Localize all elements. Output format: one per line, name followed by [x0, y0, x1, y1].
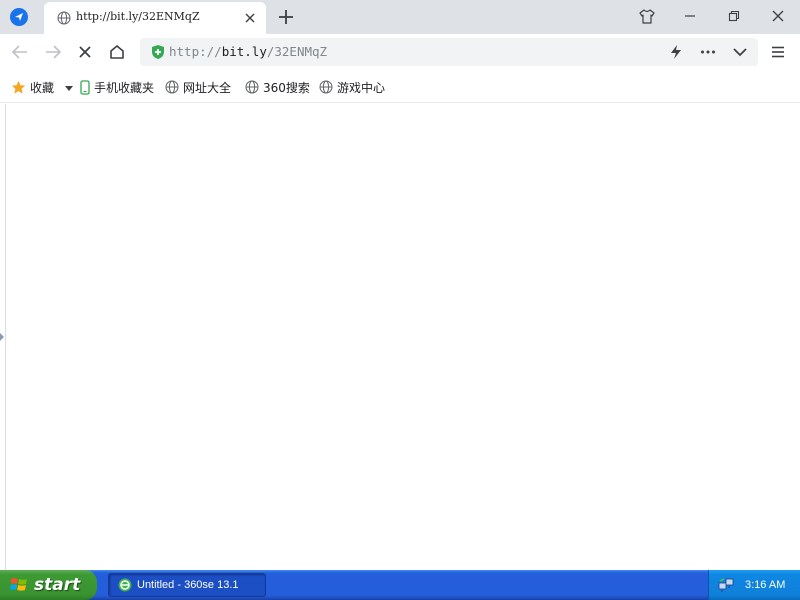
title-bar: http://bit.ly/32ENMqZ	[0, 0, 800, 34]
minimize-button[interactable]	[679, 6, 701, 26]
page-viewport[interactable]	[0, 104, 800, 570]
speed-mode-button[interactable]	[667, 43, 685, 61]
globe-icon	[57, 11, 71, 25]
bookmark-mobile-favorites[interactable]: 手机收藏夹	[80, 78, 154, 96]
clock: 3:16 AM	[745, 579, 786, 591]
nav-toolbar: http://bit.ly/32ENMqZ	[0, 34, 800, 70]
globe-icon	[165, 80, 179, 94]
network-connection-icon[interactable]	[718, 577, 734, 593]
main-menu-button[interactable]	[768, 43, 788, 61]
arrow-right-icon	[46, 45, 62, 59]
shirt-icon	[639, 8, 655, 24]
360se-browser-icon	[118, 578, 132, 592]
more-horizontal-icon	[701, 50, 715, 54]
bookmark-label: 网址大全	[183, 80, 232, 95]
bookmark-game-center[interactable]: 游戏中心	[319, 78, 385, 96]
bookmark-label: 收藏	[30, 80, 55, 95]
restore-icon	[728, 10, 740, 22]
close-window-button[interactable]	[767, 6, 789, 26]
skin-button[interactable]	[636, 6, 658, 26]
taskbar-item-browser[interactable]: Untitled - 360se 13.1	[108, 573, 266, 597]
lightning-icon	[671, 45, 681, 59]
system-tray: 3:16 AM	[708, 570, 800, 600]
more-options-button[interactable]	[699, 43, 717, 61]
shield-icon	[152, 45, 164, 59]
bookmark-label: 360搜索	[263, 80, 310, 95]
browser-logo-icon[interactable]	[10, 8, 28, 26]
bookmark-360-search[interactable]: 360搜索	[245, 78, 310, 96]
close-tab-icon[interactable]	[243, 11, 257, 25]
bookmark-bar: 收藏 手机收藏夹 网址大全 360搜索 游戏中心	[0, 70, 800, 103]
arrow-left-icon	[11, 45, 27, 59]
bookmark-favorites[interactable]: 收藏	[11, 78, 54, 96]
close-icon	[772, 10, 784, 22]
start-label: start	[34, 575, 81, 595]
stop-button[interactable]	[75, 42, 95, 62]
back-button[interactable]	[10, 42, 30, 62]
tab-title: http://bit.ly/32ENMqZ	[76, 10, 200, 23]
mobile-icon	[80, 79, 90, 95]
globe-icon	[319, 80, 333, 94]
taskbar-item-label: Untitled - 360se 13.1	[137, 579, 239, 591]
minimize-icon	[685, 15, 695, 17]
bookmark-label: 游戏中心	[337, 80, 386, 95]
windows-logo-icon	[10, 578, 27, 591]
favorites-dropdown[interactable]	[65, 79, 77, 97]
hamburger-menu-icon	[772, 46, 784, 58]
url-host: bit.ly	[221, 44, 267, 59]
address-dropdown-button[interactable]	[731, 43, 749, 61]
url-scheme: http://	[169, 44, 222, 59]
restore-button[interactable]	[723, 6, 745, 26]
home-icon	[110, 45, 124, 59]
url-text[interactable]: http://bit.ly/32ENMqZ	[169, 44, 327, 59]
home-button[interactable]	[107, 42, 127, 62]
bookmark-label: 手机收藏夹	[94, 80, 155, 95]
stop-icon	[79, 46, 91, 58]
forward-button[interactable]	[43, 42, 63, 62]
globe-icon	[245, 80, 259, 94]
caret-down-icon	[65, 85, 73, 91]
star-icon	[11, 80, 26, 94]
sidebar-divider	[5, 104, 6, 570]
tab-active[interactable]: http://bit.ly/32ENMqZ	[44, 2, 266, 34]
chevron-down-icon	[733, 47, 747, 56]
url-path: /32ENMqZ	[266, 44, 328, 59]
sidebar-expand-handle-icon[interactable]	[0, 333, 5, 341]
taskbar: start Untitled - 360se 13.1 3:16 AM	[0, 570, 800, 600]
address-bar[interactable]: http://bit.ly/32ENMqZ	[140, 38, 758, 66]
bookmark-site-directory[interactable]: 网址大全	[165, 78, 231, 96]
start-button[interactable]: start	[0, 570, 97, 600]
new-tab-icon[interactable]	[277, 8, 295, 26]
